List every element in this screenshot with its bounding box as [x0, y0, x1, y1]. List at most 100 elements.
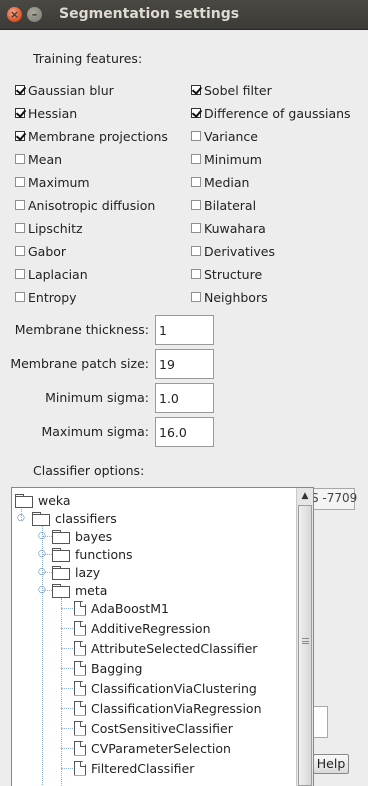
membrane-thickness-label: Membrane thickness:: [14, 322, 149, 337]
tree-leaf-costsensitiveclassifier[interactable]: CostSensitiveClassifier: [74, 719, 233, 737]
checkbox-label: Lipschitz: [28, 220, 83, 236]
checkbox-checked-icon[interactable]: [15, 85, 25, 95]
checkbox-laplacian[interactable]: Laplacian: [15, 266, 88, 282]
expand-toggle-icon[interactable]: ○: [38, 531, 46, 541]
checkbox-unchecked-icon[interactable]: [15, 177, 25, 187]
tree-node-meta[interactable]: meta: [52, 581, 107, 599]
checkbox-unchecked-icon[interactable]: [191, 131, 201, 141]
tree-leaf-cvparameterselection[interactable]: CVParameterSelection: [74, 739, 231, 757]
checkbox-variance[interactable]: Variance: [191, 128, 258, 144]
checkbox-maximum[interactable]: Maximum: [15, 174, 90, 190]
checkbox-difference-of-gaussians[interactable]: Difference of gaussians: [191, 105, 351, 121]
expand-toggle-icon[interactable]: ○: [38, 549, 46, 559]
maximum-sigma-label: Maximum sigma:: [41, 424, 149, 439]
checkbox-gabor[interactable]: Gabor: [15, 243, 66, 259]
checkbox-minimum[interactable]: Minimum: [191, 151, 262, 167]
checkbox-lipschitz[interactable]: Lipschitz: [15, 220, 83, 236]
classifier-options-label: Classifier options:: [33, 463, 145, 478]
file-icon: [74, 760, 86, 776]
checkbox-mean[interactable]: Mean: [15, 151, 62, 167]
scrollbar-thumb[interactable]: [298, 505, 312, 786]
checkbox-unchecked-icon[interactable]: [191, 223, 201, 233]
checkbox-unchecked-icon[interactable]: [15, 269, 25, 279]
checkbox-checked-icon[interactable]: [15, 131, 25, 141]
tree-leaf-label: CostSensitiveClassifier: [91, 720, 233, 736]
tree-node-classifiers[interactable]: classifiers: [32, 509, 117, 527]
tree-leaf-label: AdditiveRegression: [91, 620, 211, 636]
tree-leaf-filteredclassifier[interactable]: FilteredClassifier: [74, 759, 194, 777]
checkbox-label: Difference of gaussians: [204, 105, 351, 121]
tree-node-lazy[interactable]: lazy: [52, 563, 100, 581]
window-title: Segmentation settings: [59, 6, 240, 22]
tree-node-functions[interactable]: functions: [52, 545, 133, 563]
checkbox-hessian[interactable]: Hessian: [15, 105, 77, 121]
tree-leaf-label: AdaBoostM1: [91, 600, 169, 616]
checkbox-unchecked-icon[interactable]: [191, 200, 201, 210]
checkbox-unchecked-icon[interactable]: [15, 154, 25, 164]
checkbox-checked-icon[interactable]: [15, 108, 25, 118]
tree-node-label: lazy: [75, 564, 101, 580]
scroll-up-arrow-icon[interactable]: ▲: [297, 488, 313, 504]
checkbox-gaussian-blur[interactable]: Gaussian blur: [15, 82, 114, 98]
checkbox-membrane-projections[interactable]: Membrane projections: [15, 128, 168, 144]
expand-toggle-icon[interactable]: ○: [38, 585, 46, 595]
checkbox-label: Sobel filter: [204, 82, 272, 98]
file-icon: [74, 680, 86, 696]
checkbox-label: Minimum: [204, 151, 262, 167]
tree-leaf-additiveregression[interactable]: AdditiveRegression: [74, 619, 211, 637]
tree-scrollbar[interactable]: ▲: [296, 488, 313, 786]
title-bar: × – Segmentation settings: [0, 0, 368, 30]
checkbox-unchecked-icon[interactable]: [191, 154, 201, 164]
checkbox-label: Neighbors: [204, 289, 268, 305]
folder-icon: [52, 547, 70, 562]
membrane-patch-size-label: Membrane patch size:: [10, 356, 149, 371]
checkbox-unchecked-icon[interactable]: [191, 269, 201, 279]
expand-toggle-icon[interactable]: ○: [17, 513, 25, 523]
checkbox-label: Gaussian blur: [28, 82, 114, 98]
checkbox-median[interactable]: Median: [191, 174, 249, 190]
tree-node-label: classifiers: [55, 510, 117, 526]
tree-node-bayes[interactable]: bayes: [52, 527, 112, 545]
checkbox-bilateral[interactable]: Bilateral: [191, 197, 256, 213]
tree-leaf-bagging[interactable]: Bagging: [74, 659, 142, 677]
tree-leaf-adaboostm1[interactable]: AdaBoostM1: [74, 599, 169, 617]
checkbox-unchecked-icon[interactable]: [15, 200, 25, 210]
checkbox-unchecked-icon[interactable]: [191, 246, 201, 256]
checkbox-structure[interactable]: Structure: [191, 266, 262, 282]
minimize-icon[interactable]: –: [27, 7, 42, 22]
checkbox-entropy[interactable]: Entropy: [15, 289, 77, 305]
checkbox-neighbors[interactable]: Neighbors: [191, 289, 268, 305]
training-features-label: Training features:: [33, 51, 143, 66]
checkbox-unchecked-icon[interactable]: [15, 246, 25, 256]
membrane-patch-size-input[interactable]: [155, 349, 214, 379]
tree-leaf-classificationviaclustering[interactable]: ClassificationViaClustering: [74, 679, 257, 697]
checkbox-anisotropic-diffusion[interactable]: Anisotropic diffusion: [15, 197, 155, 213]
tree-node-weka[interactable]: weka: [15, 491, 71, 509]
tree-leaf-classificationviaregression[interactable]: ClassificationViaRegression: [74, 699, 262, 717]
checkbox-unchecked-icon[interactable]: [191, 292, 201, 302]
tree-leaf-attributeselectedclassifier[interactable]: AttributeSelectedClassifier: [74, 639, 257, 657]
file-icon: [74, 660, 86, 676]
folder-icon: [15, 493, 33, 508]
checkbox-label: Maximum: [28, 174, 90, 190]
help-button[interactable]: Help: [313, 754, 349, 774]
membrane-thickness-input[interactable]: [155, 315, 214, 345]
minimum-sigma-input[interactable]: [155, 383, 214, 413]
checkbox-unchecked-icon[interactable]: [15, 223, 25, 233]
checkbox-unchecked-icon[interactable]: [191, 177, 201, 187]
checkbox-unchecked-icon[interactable]: [15, 292, 25, 302]
folder-icon: [32, 511, 50, 526]
checkbox-checked-icon[interactable]: [191, 108, 201, 118]
expand-toggle-icon[interactable]: ○: [38, 567, 46, 577]
file-icon: [74, 720, 86, 736]
checkbox-kuwahara[interactable]: Kuwahara: [191, 220, 266, 236]
maximum-sigma-input[interactable]: [155, 417, 214, 447]
classifier-tree[interactable]: weka ○ classifiers ○ bayes ○ functions ○ lazy…: [11, 487, 314, 786]
tree-leaf-label: AttributeSelectedClassifier: [91, 640, 258, 656]
classifier-field-text: S -7709: [311, 491, 358, 505]
checkbox-label: Structure: [204, 266, 263, 282]
checkbox-sobel-filter[interactable]: Sobel filter: [191, 82, 272, 98]
close-icon[interactable]: ×: [7, 7, 22, 22]
checkbox-checked-icon[interactable]: [191, 85, 201, 95]
checkbox-derivatives[interactable]: Derivatives: [191, 243, 275, 259]
